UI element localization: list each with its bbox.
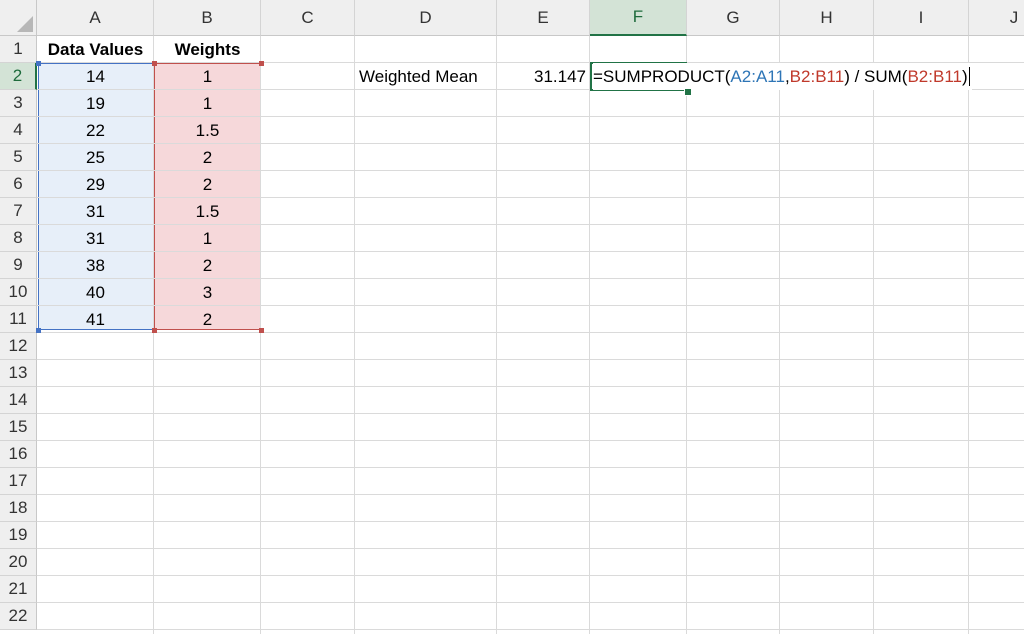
cell-data-value[interactable]: 31 [37,225,154,252]
formula-range-b2[interactable]: B2:B11 [907,67,962,87]
cell-a1-header[interactable]: Data Values [37,36,154,63]
gridline-horizontal [37,386,1024,387]
cell-weight[interactable]: 1 [154,90,261,117]
gridline-vertical [779,36,780,634]
gridline-horizontal [37,548,1024,549]
cell-data-value[interactable]: 29 [37,171,154,198]
row-header-12[interactable]: 12 [0,333,37,360]
select-all-triangle-icon [17,16,33,32]
gridline-horizontal [37,629,1024,630]
cell-e2-value[interactable]: 31.147 [497,63,590,90]
row-header-3[interactable]: 3 [0,90,37,117]
cell-data-value[interactable]: 22 [37,117,154,144]
row-header-2[interactable]: 2 [0,63,37,90]
row-header-18[interactable]: 18 [0,495,37,522]
column-header-g[interactable]: G [687,0,780,36]
column-header-j[interactable]: J [969,0,1024,36]
cell-data-value[interactable]: 19 [37,90,154,117]
column-header-d[interactable]: D [355,0,497,36]
cell-data-value[interactable]: 40 [37,279,154,306]
row-header-19[interactable]: 19 [0,522,37,549]
column-header-f[interactable]: F [590,0,687,36]
cell-weight[interactable]: 1 [154,225,261,252]
row-header-10[interactable]: 10 [0,279,37,306]
row-header-1[interactable]: 1 [0,36,37,63]
row-header-9[interactable]: 9 [0,252,37,279]
formula-prefix: =SUMPRODUCT( [593,66,731,86]
cell-b1-header[interactable]: Weights [154,36,261,63]
cell-data-value[interactable]: 41 [37,306,154,333]
column-header-c[interactable]: C [261,0,355,36]
column-header-e[interactable]: E [497,0,590,36]
gridline-horizontal [37,521,1024,522]
gridline-vertical [589,36,590,634]
row-header-21[interactable]: 21 [0,576,37,603]
select-all-button[interactable] [0,0,37,36]
cell-data-value[interactable]: 25 [37,144,154,171]
formula-range-a[interactable]: A2:A11 [730,67,785,87]
row-header-7[interactable]: 7 [0,198,37,225]
range-corner-handle[interactable] [152,61,157,66]
row-header-17[interactable]: 17 [0,468,37,495]
range-corner-handle[interactable] [152,328,157,333]
formula-suffix: ) [961,66,968,86]
cell-weight[interactable]: 1.5 [154,198,261,225]
cell-data-value[interactable]: 14 [37,63,154,90]
gridline-vertical [968,36,969,634]
range-corner-handle[interactable] [259,328,264,333]
formula-editor[interactable]: =SUMPRODUCT(A2:A11, B2:B11) / SUM(B2:B11… [593,63,972,90]
spreadsheet-grid[interactable]: A B C D E F G H I J 1 2 3 4 5 6 7 8 9 10 11 12 13 14 15 16 17 18 19 2… [0,0,1024,634]
cell-data-value[interactable]: 31 [37,198,154,225]
cell-weight[interactable]: 3 [154,279,261,306]
row-header-15[interactable]: 15 [0,414,37,441]
gridline-horizontal [37,413,1024,414]
cell-weight[interactable]: 2 [154,144,261,171]
gridline-horizontal [37,494,1024,495]
row-header-14[interactable]: 14 [0,387,37,414]
formula-range-b[interactable]: B2:B11 [790,67,845,87]
gridline-vertical [496,36,497,634]
cell-weight[interactable]: 2 [154,171,261,198]
fill-handle[interactable] [684,88,692,96]
text-cursor [968,67,970,86]
row-header-22[interactable]: 22 [0,603,37,630]
column-header-a[interactable]: A [37,0,154,36]
row-header-5[interactable]: 5 [0,144,37,171]
gridline-horizontal [37,359,1024,360]
cell-weight[interactable]: 2 [154,306,261,333]
row-header-6[interactable]: 6 [0,171,37,198]
cell-data-value[interactable]: 38 [37,252,154,279]
gridline-horizontal [37,575,1024,576]
gridline-horizontal [37,467,1024,468]
row-header-11[interactable]: 11 [0,306,37,333]
range-corner-handle[interactable] [36,61,41,66]
range-corner-handle[interactable] [36,328,41,333]
column-header-b[interactable]: B [154,0,261,36]
cell-weight[interactable]: 1 [154,63,261,90]
cell-d2-label[interactable]: Weighted Mean [355,63,497,90]
row-header-8[interactable]: 8 [0,225,37,252]
gridline-horizontal [37,440,1024,441]
gridline-vertical [686,36,687,634]
gridline-vertical [354,36,355,634]
cell-weight[interactable]: 2 [154,252,261,279]
row-header-13[interactable]: 13 [0,360,37,387]
row-header-20[interactable]: 20 [0,549,37,576]
row-header-4[interactable]: 4 [0,117,37,144]
gridline-horizontal [37,602,1024,603]
gridline-vertical [873,36,874,634]
column-header-h[interactable]: H [780,0,874,36]
column-header-i[interactable]: I [874,0,969,36]
cell-weight[interactable]: 1.5 [154,117,261,144]
range-corner-handle[interactable] [259,61,264,66]
row-header-16[interactable]: 16 [0,441,37,468]
formula-mid: ) / SUM( [844,66,908,86]
